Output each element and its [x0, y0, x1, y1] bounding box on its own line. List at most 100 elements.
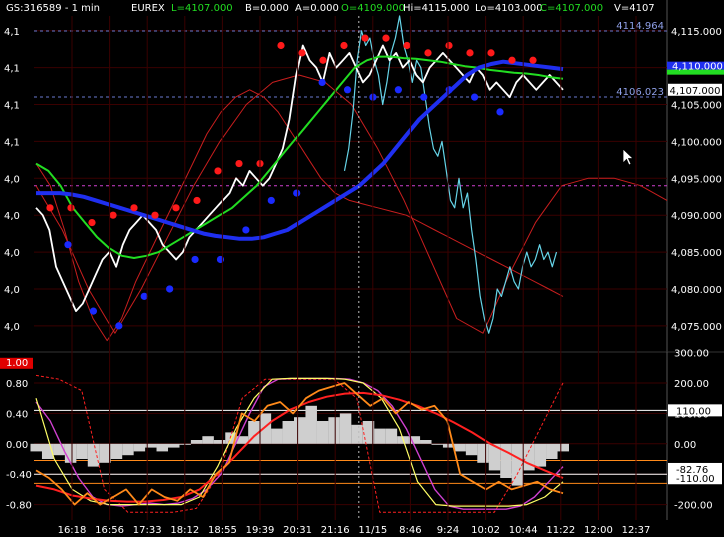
red-dot	[382, 34, 390, 42]
osc-right-tick: -200.00	[674, 501, 713, 512]
red-dot	[529, 56, 537, 64]
hist-bar	[385, 428, 398, 444]
price-left-tick: 4,0	[4, 248, 20, 259]
hist-bar	[557, 443, 569, 452]
hist-bar	[351, 424, 363, 444]
hist-bar	[156, 443, 169, 452]
blue-dot	[343, 86, 352, 94]
header-high: Hi=4115.000	[403, 3, 469, 14]
red-dot	[466, 49, 474, 57]
osc-left-tick: 0.40	[6, 409, 28, 420]
x-tick-label: 17:33	[133, 525, 162, 536]
hist-bar	[328, 417, 340, 444]
hist-bar	[431, 443, 443, 445]
oscillator-panel: 1.00 0.80 0.40 0.00 -0.40 -0.80 300.00 200.00 1…	[0, 349, 722, 520]
price-left-tick: 4,1	[4, 27, 20, 38]
price-right-tick: 4,100.000	[671, 137, 722, 148]
red-dot	[193, 196, 201, 205]
hist-bar	[465, 443, 478, 456]
hist-bar	[64, 443, 77, 463]
x-tick-label: 21:16	[321, 525, 350, 536]
osc-left-tick: 1.00	[6, 358, 28, 369]
price-hline-label: 4106.023	[616, 87, 664, 98]
price-left-tick: 4,1	[4, 137, 20, 148]
price-left-tick: 4,0	[4, 174, 20, 185]
red-dot	[277, 41, 285, 50]
hist-bar	[316, 421, 329, 444]
red-dot	[214, 167, 222, 175]
price-right-tick: 4,075.000	[671, 322, 722, 333]
blue-dot	[166, 285, 174, 293]
x-tick-label: 18:55	[208, 525, 237, 536]
hist-bar	[87, 443, 100, 467]
price-left-tick: 4,1	[4, 64, 20, 75]
header-symbol: GS:316589 - 1 min	[6, 3, 100, 14]
red-dot	[88, 218, 96, 227]
osc-value-label: 110.00	[676, 406, 711, 417]
osc-left-ticks: 1.00 0.80 0.40 0.00 -0.40 -0.80	[0, 357, 33, 512]
blue-dot	[115, 322, 123, 330]
osc-left-tick: 0.00	[6, 440, 28, 451]
series-green-ma	[35, 55, 564, 259]
red-dot	[340, 41, 348, 50]
hist-bar	[259, 413, 272, 444]
red-dot	[151, 211, 159, 219]
x-tick-label: 8:46	[399, 525, 421, 536]
hist-bar	[213, 440, 226, 444]
header-volume: V=4107	[614, 3, 655, 14]
price-right-tick: 4,085.000	[671, 248, 722, 259]
blue-dot	[470, 93, 479, 101]
blue-dot	[318, 78, 326, 86]
hist-bar	[271, 428, 283, 444]
hist-bar	[202, 436, 214, 444]
price-left-tick: 4,0	[4, 285, 20, 296]
x-tick-label: 10:44	[509, 525, 538, 536]
blue-dot	[216, 255, 225, 264]
price-right-tick: 4,080.000	[671, 285, 722, 296]
hist-bar	[374, 428, 386, 444]
price-left-ticks: 4,1 4,1 4,1 4,1 4,0 4,0 4,0 4,0 4,0	[4, 27, 20, 333]
price-left-tick: 4,0	[4, 322, 20, 333]
x-tick-label: 16:18	[58, 525, 87, 536]
header: GS:316589 - 1 min EUREX L=4107.000 B=0.0…	[6, 3, 655, 14]
red-dot	[361, 34, 369, 42]
red-dot	[172, 204, 180, 212]
x-tick-label: 19:39	[246, 525, 275, 536]
x-tick-label: 11/15	[358, 525, 387, 536]
x-tick-label: 9:24	[437, 525, 459, 536]
mouse-cursor-icon	[622, 148, 635, 166]
blue-dot	[496, 108, 504, 116]
last-price-label: 4,107.000	[670, 86, 721, 97]
blue-dot	[293, 189, 301, 197]
osc-left-tick: 0.80	[6, 379, 28, 390]
band-label: 4,110.000	[672, 62, 723, 73]
red-dot	[508, 56, 516, 64]
trading-chart: 4,1 4,1 4,1 4,1 4,0 4,0 4,0 4,0 4,0 4,115.000 4,1…	[0, 0, 724, 536]
hist-bar	[122, 443, 134, 456]
blue-dot	[89, 307, 98, 315]
red-dot	[403, 41, 411, 50]
x-tick-label: 20:31	[283, 525, 312, 536]
header-last: L=4107.000	[171, 3, 233, 14]
red-dot	[487, 49, 495, 57]
header-bid: B=0.000	[245, 3, 289, 14]
osc-left-tick: -0.80	[6, 501, 32, 512]
osc-right-tick: 200.00	[674, 379, 709, 390]
price-left-tick: 4,1	[4, 101, 20, 112]
header-close: C=4107.000	[540, 3, 603, 14]
price-right-tick: 4,105.000	[671, 101, 722, 112]
header-open: O=4109.000	[341, 3, 405, 14]
hist-bar	[167, 443, 180, 448]
blue-dot	[394, 86, 402, 94]
hist-bar	[454, 443, 466, 452]
hist-bar	[190, 440, 203, 444]
header-exchange: EUREX	[131, 3, 165, 14]
hist-bar	[477, 443, 489, 463]
header-low: Lo=4103.000	[475, 3, 543, 14]
hist-bar	[99, 443, 111, 463]
hist-bar	[30, 443, 42, 452]
red-dot	[46, 204, 54, 212]
hist-bar	[110, 443, 123, 459]
blue-dot	[64, 241, 72, 249]
hist-bar	[534, 443, 547, 467]
